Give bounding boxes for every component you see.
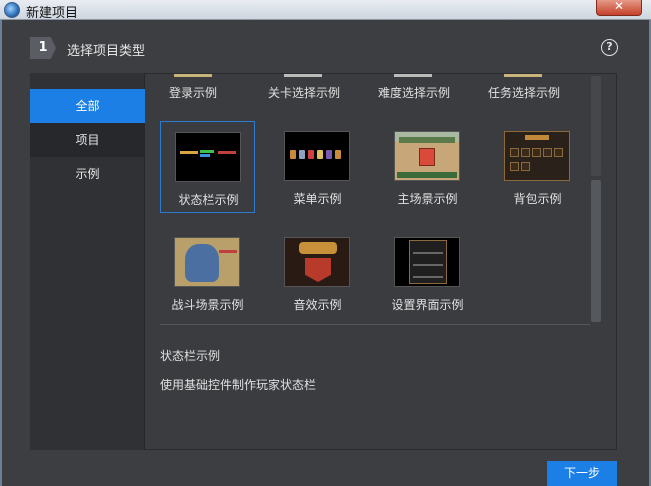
app-logo-icon — [4, 2, 20, 18]
description-divider — [160, 324, 590, 325]
sound-effect-thumbnail — [284, 237, 350, 287]
help-icon[interactable]: ? — [601, 39, 618, 56]
template-settings-ui[interactable]: 设置界面示例 — [380, 227, 475, 319]
template-label-sound-effect: 音效示例 — [293, 298, 342, 312]
mission-select-thumb-edge — [504, 74, 542, 77]
window-titlebar: 新建项目 — [0, 0, 651, 21]
sidebar-item-all[interactable]: 全部 — [30, 89, 145, 123]
template-label-difficulty-select[interactable]: 难度选择示例 — [364, 84, 464, 101]
status-bar-thumbnail — [175, 132, 241, 182]
template-sound-effect[interactable]: 音效示例 — [270, 227, 365, 319]
template-label-status-bar: 状态栏示例 — [178, 193, 239, 207]
sidebar-item-examples[interactable]: 示例 — [30, 157, 145, 191]
template-label-mission-select[interactable]: 任务选择示例 — [474, 84, 574, 101]
template-battle-scene[interactable]: 战斗场景示例 — [160, 227, 255, 319]
login-example-thumb-edge — [174, 74, 212, 77]
step-badge: 1 — [30, 37, 56, 59]
template-main-scene[interactable]: 主场景示例 — [380, 121, 475, 213]
step-title: 选择项目类型 — [67, 44, 146, 59]
level-select-thumb-edge — [284, 74, 322, 77]
template-label-settings-ui: 设置界面示例 — [391, 298, 464, 312]
template-menu[interactable]: 菜单示例 — [270, 121, 365, 213]
close-button[interactable]: ✕ — [596, 0, 642, 16]
template-backpack[interactable]: 背包示例 — [490, 121, 585, 213]
template-label-login[interactable]: 登录示例 — [146, 84, 243, 101]
menu-thumbnail — [284, 131, 350, 181]
description-title: 状态栏示例 — [160, 349, 221, 363]
scrollbar-thumb[interactable] — [591, 180, 601, 322]
template-grid: 登录示例 关卡选择示例 难度选择示例 任务选择示例 状态栏示例 菜单示例 主场景 — [146, 74, 588, 324]
scrollbar-track-upper — [591, 76, 601, 176]
backpack-thumbnail — [504, 131, 570, 181]
sidebar-item-projects[interactable]: 项目 — [30, 123, 145, 157]
template-label-menu: 菜单示例 — [293, 192, 342, 206]
template-label-level-select[interactable]: 关卡选择示例 — [254, 84, 354, 101]
next-button[interactable]: 下一步 — [547, 461, 617, 486]
template-label-main-scene: 主场景示例 — [397, 192, 458, 206]
template-label-battle-scene: 战斗场景示例 — [171, 298, 244, 312]
settings-ui-thumbnail — [394, 237, 460, 287]
difficulty-select-thumb-edge — [394, 74, 432, 77]
template-label-backpack: 背包示例 — [513, 192, 562, 206]
battle-scene-thumbnail — [174, 237, 240, 287]
main-scene-thumbnail — [394, 131, 460, 181]
description-text: 使用基础控件制作玩家状态栏 — [160, 378, 317, 392]
template-status-bar[interactable]: 状态栏示例 — [160, 121, 255, 213]
window-title: 新建项目 — [26, 6, 79, 21]
